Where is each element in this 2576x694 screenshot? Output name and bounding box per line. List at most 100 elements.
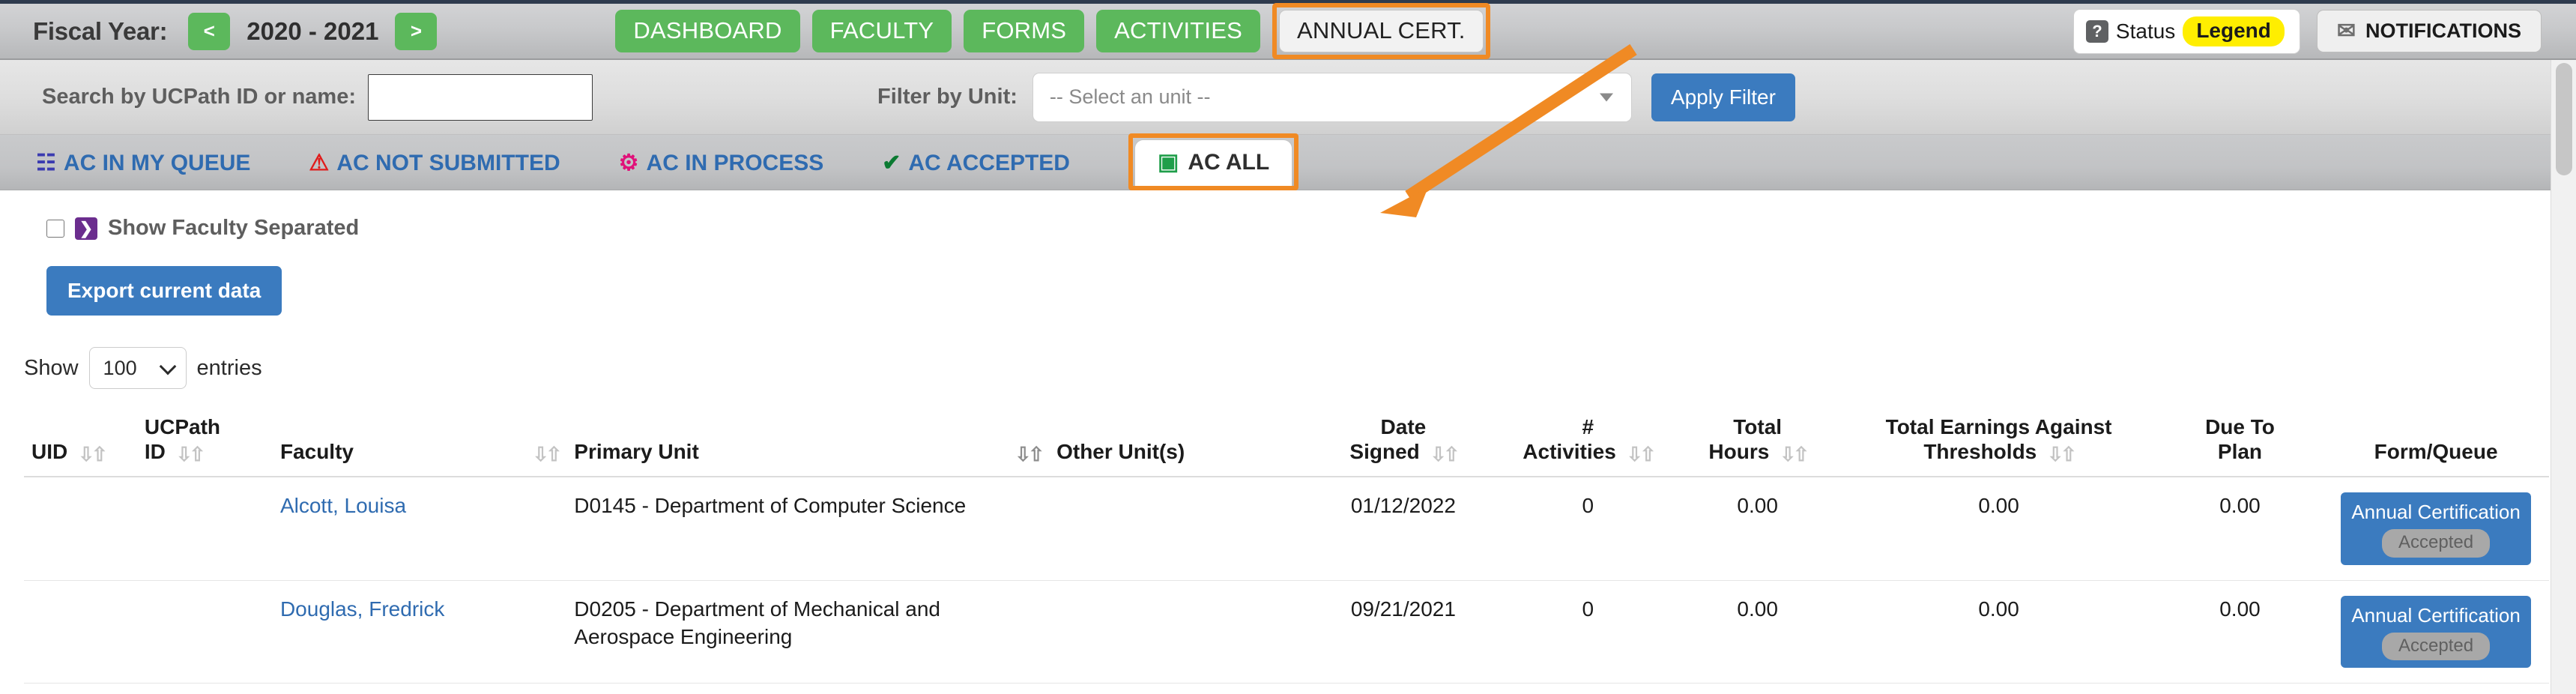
annual-certification-button[interactable]: Annual Certification Accepted (2341, 492, 2531, 565)
col-ucpath-id[interactable]: UCPath ID ⇩⇧ (136, 410, 273, 478)
nav-activities-button[interactable]: ACTIVITIES (1096, 10, 1260, 52)
col-num-activities[interactable]: # Activities ⇩⇧ (1501, 410, 1675, 478)
stacked-pages-icon: ▣ (1157, 150, 1179, 175)
legend-badge: Legend (2183, 16, 2285, 46)
vertical-scrollbar[interactable] (2551, 60, 2576, 694)
unit-filter-label: Filter by Unit: (877, 85, 1018, 109)
tab-label: AC IN MY QUEUE (63, 151, 251, 175)
col-label: Signed (1349, 440, 1420, 464)
tab-ac-not-submitted[interactable]: ⚠ AC NOT SUBMITTED (309, 151, 560, 190)
fiscal-year-prev-button[interactable]: < (188, 12, 231, 50)
sort-icon: ⇩⇧ (1780, 443, 1809, 466)
status-tab-strip: ☷ AC IN MY QUEUE ⚠ AC NOT SUBMITTED ⚙ AC… (0, 133, 2576, 190)
col-total-earnings-against-thresholds[interactable]: Total Earnings Against Thresholds ⇩⇧ (1840, 410, 2157, 478)
cell-total-earnings: 0.00 (1840, 477, 2157, 581)
question-mark-icon: ? (2085, 19, 2108, 43)
cell-ucpath-id (136, 580, 273, 684)
nav-forms-button[interactable]: FORMS (964, 10, 1085, 52)
scrollbar-thumb[interactable] (2556, 63, 2572, 175)
col-sublabel: # (1582, 415, 1594, 438)
sort-icon: ⇩⇧ (2047, 443, 2077, 466)
apply-filter-button[interactable]: Apply Filter (1651, 73, 1795, 121)
col-uid[interactable]: UID ⇩⇧ (24, 410, 137, 478)
col-label: Other Unit(s) (1056, 440, 1185, 464)
col-label: UID (31, 440, 68, 464)
faculty-link[interactable]: Alcott, Louisa (280, 494, 406, 517)
check-icon: ✔ (882, 151, 901, 175)
tab-label: AC ALL (1188, 149, 1270, 175)
tab-label: AC NOT SUBMITTED (336, 151, 560, 175)
chevron-down-icon (159, 357, 176, 375)
search-label: Search by UCPath ID or name: (42, 85, 356, 109)
header-tools: ? Status Legend ✉ NOTIFICATIONS (2072, 8, 2563, 54)
cell-form-queue: Annual Certification Accepted (2323, 477, 2549, 581)
calendar-icon: ☷ (36, 151, 56, 175)
status-badge: Accepted (2382, 529, 2491, 558)
cell-total-hours: 0.00 (1675, 580, 1841, 684)
fiscal-year-next-button[interactable]: > (395, 12, 438, 50)
cell-faculty: Douglas, Fredrick (272, 580, 567, 684)
table-row: Douglas, Fredrick D0205 - Department of … (24, 580, 2549, 684)
table-header: UID ⇩⇧ UCPath ID ⇩⇧ Faculty ⇩⇧ Primary U… (24, 410, 2549, 478)
col-date-signed[interactable]: Date Signed ⇩⇧ (1305, 410, 1502, 478)
col-label: Form/Queue (2374, 440, 2498, 464)
col-sublabel: Total Earnings Against (1885, 415, 2112, 438)
chevron-down-icon (1599, 93, 1613, 101)
cell-uid (24, 580, 137, 684)
cell-uid (24, 477, 137, 581)
tab-label: AC ACCEPTED (908, 151, 1070, 175)
unit-filter-select[interactable]: -- Select an unit -- (1032, 72, 1632, 122)
nav-annual-cert-button[interactable]: ANNUAL CERT. (1278, 10, 1484, 52)
cell-other-units (1049, 580, 1306, 684)
entries-label: entries (196, 355, 262, 380)
cell-primary-unit: D0145 - Department of Computer Science (566, 477, 1050, 581)
form-label: Annual Certification (2351, 603, 2521, 627)
col-sublabel: Due To (2205, 415, 2275, 438)
gear-icon: ⚙ (618, 151, 639, 175)
status-label: Status (2115, 19, 2176, 43)
cell-num-activities: 0 (1501, 580, 1675, 684)
tab-ac-in-process[interactable]: ⚙ AC IN PROCESS (619, 151, 824, 190)
faculty-link[interactable]: Douglas, Fredrick (280, 597, 444, 621)
nav-faculty-button[interactable]: FACULTY (811, 10, 952, 52)
fiscal-year-value: 2020 - 2021 (247, 16, 379, 45)
sort-icon-active: ⇩⇧ (1015, 443, 1045, 466)
separated-icon: ❯ (75, 217, 97, 240)
show-label: Show (24, 355, 79, 380)
status-legend-button[interactable]: ? Status Legend (2072, 8, 2300, 54)
col-other-units: Other Unit(s) (1049, 410, 1306, 478)
main-content: ❯ Show Faculty Separated Export current … (0, 190, 2576, 684)
col-label: Faculty (279, 440, 354, 464)
tab-ac-all[interactable]: ▣ AC ALL (1134, 139, 1293, 186)
show-faculty-separated-checkbox[interactable] (46, 219, 64, 238)
cell-ucpath-id (136, 477, 273, 581)
tab-label: AC IN PROCESS (646, 151, 824, 175)
col-total-hours[interactable]: Total Hours ⇩⇧ (1675, 410, 1841, 478)
col-label: ID (144, 440, 166, 464)
show-faculty-separated-row: ❯ Show Faculty Separated (46, 216, 2576, 241)
nav-dashboard-button[interactable]: DASHBOARD (615, 10, 800, 52)
notifications-label: NOTIFICATIONS (2365, 19, 2521, 42)
cell-primary-unit: D0205 - Department of Mechanical and Aer… (566, 580, 1050, 684)
cell-other-units (1049, 477, 1306, 581)
sort-icon: ⇩⇧ (1626, 443, 1657, 466)
cell-form-queue: Annual Certification Accepted (2323, 580, 2549, 684)
col-faculty[interactable]: Faculty ⇩⇧ (272, 410, 567, 478)
envelope-icon: ✉ (2336, 18, 2356, 43)
annual-certification-button[interactable]: Annual Certification Accepted (2341, 595, 2531, 669)
cell-num-activities: 0 (1501, 477, 1675, 581)
export-current-data-button[interactable]: Export current data (46, 266, 282, 316)
page-length-value: 100 (103, 356, 137, 379)
tab-ac-accepted[interactable]: ✔ AC ACCEPTED (882, 151, 1070, 190)
sort-icon: ⇩⇧ (532, 443, 563, 466)
col-label: Activities (1523, 440, 1616, 464)
col-primary-unit[interactable]: Primary Unit ⇩⇧ (566, 410, 1050, 478)
notifications-button[interactable]: ✉ NOTIFICATIONS (2316, 10, 2542, 52)
col-due-to-plan[interactable]: Due To Plan (2156, 410, 2323, 478)
col-label: Hours (1708, 440, 1770, 464)
tab-ac-in-my-queue[interactable]: ☷ AC IN MY QUEUE (36, 151, 250, 190)
main-navigation: DASHBOARD FACULTY FORMS ACTIVITIES ANNUA… (615, 3, 1490, 59)
page-length-select[interactable]: 100 (88, 347, 187, 389)
search-input[interactable] (368, 73, 593, 121)
page-length-row: Show 100 entries (24, 347, 2576, 389)
